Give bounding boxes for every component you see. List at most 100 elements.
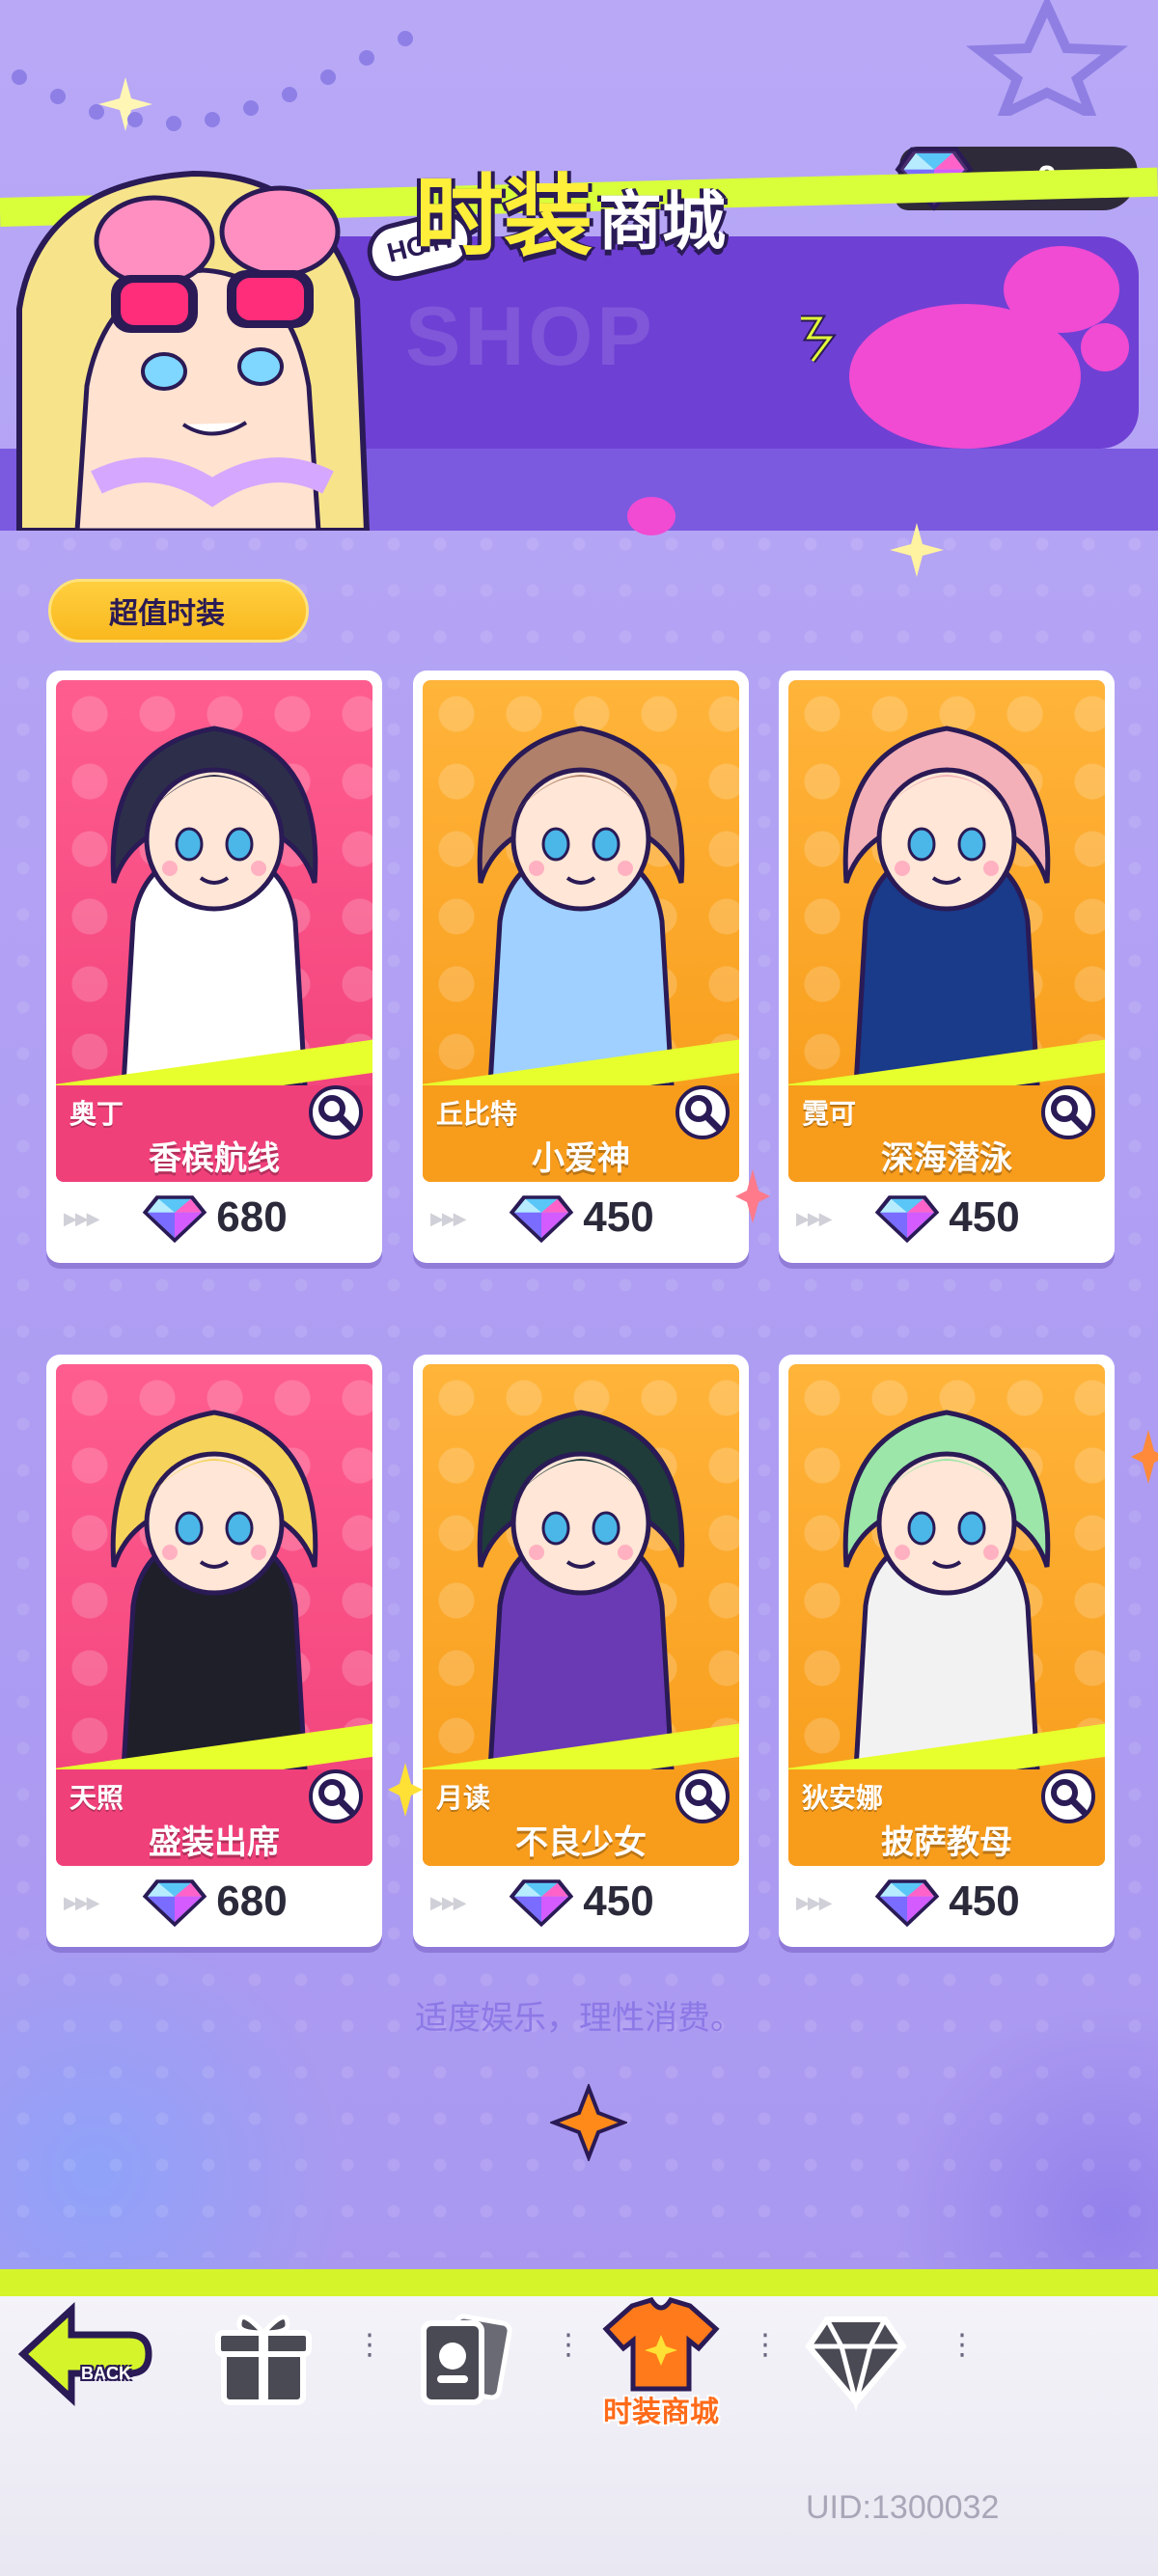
character-illustration [842, 726, 1051, 1085]
preview-button[interactable] [1041, 1769, 1095, 1823]
magnifier-icon [685, 1095, 722, 1132]
nav-outfit-shop-label: 时装商城 [603, 2396, 719, 2429]
page-title: 时装 商城 [415, 145, 726, 270]
gem-icon [510, 1879, 574, 1928]
price-value: 450 [949, 1877, 1020, 1925]
magnifier-icon [1051, 1095, 1088, 1132]
star-outline-icon [966, 0, 1128, 116]
magnifier-icon [1051, 1779, 1088, 1816]
magnifier-icon [318, 1779, 355, 1816]
arrows-decoration: ▶▶▶ [430, 1209, 467, 1229]
sparkle-icon [890, 523, 944, 577]
price-row: ▶▶▶ 450 [788, 1866, 1105, 1937]
arrows-decoration: ▶▶▶ [64, 1893, 100, 1913]
outfit-card-art: 奥丁 香槟航线 [56, 680, 372, 1182]
price-value: 450 [583, 1877, 654, 1925]
back-button[interactable]: BACK [14, 2296, 158, 2412]
outfit-name: 香槟航线 [149, 1139, 280, 1178]
nav-gift-button[interactable] [210, 2306, 326, 2422]
page-title-sub: 商城 [598, 184, 727, 259]
banner-character [16, 170, 371, 531]
paint-splash [1004, 246, 1119, 333]
price-value: 680 [216, 1877, 288, 1925]
price-row: ▶▶▶ 450 [788, 1182, 1105, 1253]
preview-button[interactable] [1041, 1085, 1095, 1139]
outfit-name: 披萨教母 [881, 1823, 1012, 1862]
card-namebar: 天照 盛装出席 [56, 1769, 372, 1866]
price-value: 680 [216, 1193, 288, 1241]
outfit-card[interactable]: 天照 盛装出席 ▶▶▶ 680 [46, 1355, 382, 1947]
paint-splash [1081, 323, 1129, 371]
character-name: 霓可 [802, 1098, 857, 1130]
outfit-card[interactable]: 月读 不良少女 ▶▶▶ 450 [413, 1355, 749, 1947]
nav-separator: ⋮ [948, 2331, 977, 2378]
outfit-card[interactable]: 霓可 深海潜泳 ▶▶▶ 450 [779, 671, 1115, 1263]
card-namebar: 霓可 深海潜泳 [788, 1085, 1105, 1182]
nav-separator: ⋮ [751, 2331, 780, 2378]
card-namebar: 狄安娜 披萨教母 [788, 1769, 1105, 1866]
paint-splash [627, 497, 676, 535]
gem-icon [875, 1195, 940, 1244]
back-arrow-icon [17, 2302, 152, 2406]
price-value: 450 [949, 1193, 1020, 1241]
nav-separator: ⋮ [355, 2331, 384, 2378]
outfit-name: 盛装出席 [149, 1823, 280, 1862]
price-row: ▶▶▶ 680 [56, 1866, 372, 1937]
outfit-card-art: 天照 盛装出席 [56, 1364, 372, 1866]
outfit-card-art: 霓可 深海潜泳 [788, 680, 1105, 1182]
arrows-decoration: ▶▶▶ [796, 1209, 833, 1229]
price-value: 450 [583, 1193, 654, 1241]
gem-icon [143, 1879, 207, 1928]
nav-cards-button[interactable] [410, 2306, 526, 2422]
tshirt-icon [602, 2297, 720, 2392]
arrows-decoration: ▶▶▶ [64, 1209, 100, 1229]
card-namebar: 丘比特 小爱神 [423, 1085, 739, 1182]
magnifier-icon [318, 1095, 355, 1132]
bead-string-decoration [12, 31, 413, 131]
sparkle-icon [735, 1169, 770, 1223]
character-name: 天照 [69, 1782, 124, 1814]
price-row: ▶▶▶ 680 [56, 1182, 372, 1253]
arrows-decoration: ▶▶▶ [796, 1893, 833, 1913]
arrows-decoration: ▶▶▶ [430, 1893, 467, 1913]
character-illustration [110, 726, 318, 1085]
notice-text: 适度娱乐，理性消费。 [415, 1999, 743, 2038]
outfit-card-art: 狄安娜 披萨教母 [788, 1364, 1105, 1866]
character-illustration [477, 1410, 685, 1769]
outfit-name: 小爱神 [532, 1139, 630, 1178]
outfit-card-art: 丘比特 小爱神 [423, 680, 739, 1182]
gem-icon [143, 1195, 207, 1244]
outfit-card[interactable]: 丘比特 小爱神 ▶▶▶ 450 [413, 671, 749, 1263]
price-row: ▶▶▶ 450 [423, 1866, 739, 1937]
outfit-card[interactable]: 狄安娜 披萨教母 ▶▶▶ 450 [779, 1355, 1115, 1947]
outfit-name: 深海潜泳 [881, 1139, 1012, 1178]
character-illustration [477, 726, 685, 1085]
preview-button[interactable] [309, 1085, 363, 1139]
preview-button[interactable] [676, 1769, 730, 1823]
outfit-name: 不良少女 [515, 1823, 647, 1862]
cards-icon [421, 2314, 512, 2405]
gem-icon [875, 1879, 940, 1928]
character-name: 丘比特 [436, 1098, 518, 1130]
gem-icon [510, 1195, 574, 1244]
diamond-icon [805, 2316, 907, 2412]
preview-button[interactable] [309, 1769, 363, 1823]
sparkle-icon [388, 1763, 423, 1817]
character-name: 月读 [436, 1782, 491, 1814]
character-illustration [842, 1410, 1051, 1769]
zigzag-icon [801, 315, 837, 364]
magnifier-icon [685, 1779, 722, 1816]
price-row: ▶▶▶ 450 [423, 1182, 739, 1253]
preview-button[interactable] [676, 1085, 730, 1139]
nav-diamond-button[interactable] [803, 2306, 919, 2422]
nav-separator: ⋮ [554, 2331, 583, 2378]
section-label: 超值时装 [48, 579, 309, 643]
outfit-card-art: 月读 不良少女 [423, 1364, 739, 1866]
sparkle-icon [1131, 1430, 1158, 1484]
card-namebar: 月读 不良少女 [423, 1769, 739, 1866]
sparkle-icon [550, 2084, 627, 2161]
card-namebar: 奥丁 香槟航线 [56, 1085, 372, 1182]
outfit-card[interactable]: 奥丁 香槟航线 ▶▶▶ 680 [46, 671, 382, 1263]
gift-icon [215, 2315, 312, 2405]
character-name: 狄安娜 [802, 1782, 884, 1814]
